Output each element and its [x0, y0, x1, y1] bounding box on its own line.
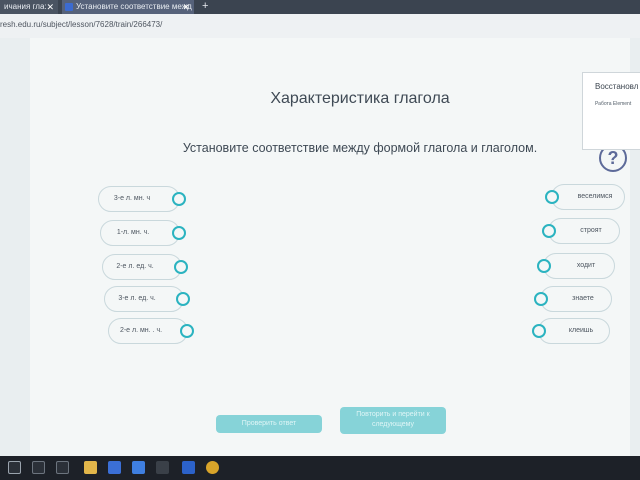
- close-icon[interactable]: ✕: [46, 0, 54, 14]
- taskbar: [0, 456, 640, 480]
- left-item[interactable]: 3-е л. ед. ч.: [104, 286, 190, 312]
- connector-dot[interactable]: [172, 226, 186, 240]
- address-bar[interactable]: resh.edu.ru/subject/lesson/7628/train/26…: [0, 14, 640, 38]
- close-icon[interactable]: ✕: [182, 0, 190, 14]
- right-item-label: клеишь: [568, 327, 594, 334]
- connector-dot[interactable]: [172, 192, 186, 206]
- browser-tab-1[interactable]: ичания гла: ✕: [0, 0, 58, 14]
- connector-dot[interactable]: [545, 190, 559, 204]
- left-item[interactable]: 1-л. мн. ч.: [100, 220, 186, 246]
- windows-icon[interactable]: [8, 461, 21, 474]
- task-view-icon[interactable]: [56, 461, 69, 474]
- browser-tab-bar: ичания гла: ✕ Установите соответствие ме…: [0, 0, 640, 14]
- left-item[interactable]: 2-е л. ед. ч.: [102, 254, 188, 280]
- mail-icon[interactable]: [132, 461, 145, 474]
- new-tab-button[interactable]: +: [202, 0, 208, 13]
- left-item-label: 2-е л. мн. . ч.: [119, 327, 163, 334]
- chrome-icon[interactable]: [206, 461, 219, 474]
- left-item-label: 1-л. мн. ч.: [116, 229, 150, 236]
- right-item-label: веселимся: [577, 193, 613, 200]
- right-item[interactable]: строят: [542, 218, 620, 244]
- retry-next-button[interactable]: Повторить и перейти к следующему: [340, 407, 446, 434]
- connector-dot[interactable]: [534, 292, 548, 306]
- search-icon[interactable]: [32, 461, 45, 474]
- right-item[interactable]: ходит: [537, 253, 615, 279]
- right-item[interactable]: знаете: [534, 286, 612, 312]
- connector-dot[interactable]: [176, 292, 190, 306]
- right-item-label: ходит: [576, 262, 596, 269]
- file-explorer-icon[interactable]: [84, 461, 97, 474]
- connector-dot[interactable]: [174, 260, 188, 274]
- site-favicon-icon: [65, 3, 73, 11]
- connector-dot[interactable]: [542, 224, 556, 238]
- url-text[interactable]: resh.edu.ru/subject/lesson/7628/train/26…: [0, 20, 162, 29]
- notification-subtitle: Работа Element: [595, 101, 632, 107]
- word-icon[interactable]: [182, 461, 195, 474]
- right-item-label: знаете: [572, 295, 594, 302]
- right-item-label: строят: [580, 227, 602, 234]
- store-icon[interactable]: [108, 461, 121, 474]
- right-item[interactable]: веселимся: [545, 184, 625, 210]
- notification-title: Восстановл: [595, 82, 639, 91]
- left-item-label: 3-е л. ед. ч.: [118, 295, 156, 302]
- connector-dot[interactable]: [537, 259, 551, 273]
- page-viewport: Характеристика глагола Установите соотве…: [0, 38, 640, 456]
- connector-dot[interactable]: [180, 324, 194, 338]
- left-item-label: 3-е л. мн. ч: [113, 195, 151, 202]
- notification-card[interactable]: Восстановл Работа Element: [582, 72, 640, 150]
- browser-tab-2[interactable]: Установите соответствие межд ✕: [62, 0, 194, 14]
- tab-label: ичания гла:: [4, 2, 47, 11]
- check-answer-button[interactable]: Проверить ответ: [216, 415, 322, 433]
- right-item[interactable]: клеишь: [532, 318, 610, 344]
- left-item-label: 2-е л. ед. ч.: [116, 263, 154, 270]
- page-title: Характеристика глагола: [270, 90, 450, 107]
- left-item[interactable]: 2-е л. мн. . ч.: [108, 318, 194, 344]
- lesson-sheet: Характеристика глагола Установите соотве…: [30, 38, 630, 456]
- left-item[interactable]: 3-е л. мн. ч: [98, 186, 186, 212]
- tab-label: Установите соответствие межд: [76, 2, 192, 11]
- app-icon[interactable]: [156, 461, 169, 474]
- task-instruction: Установите соответствие между формой гла…: [182, 141, 538, 155]
- connector-dot[interactable]: [532, 324, 546, 338]
